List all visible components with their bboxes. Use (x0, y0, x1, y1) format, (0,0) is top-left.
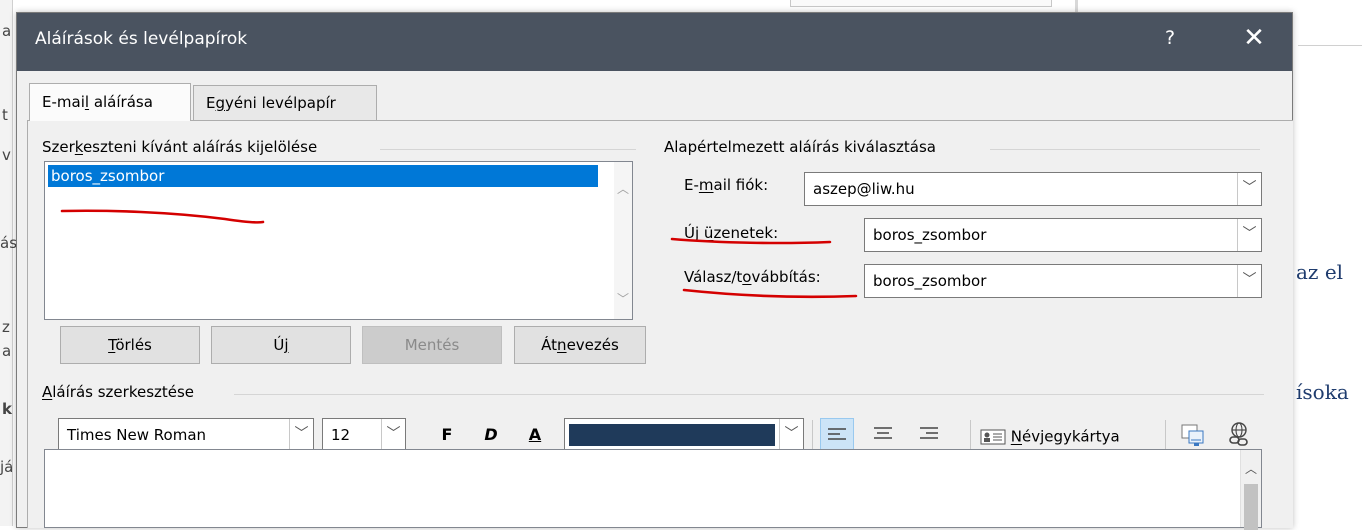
annotation-underline (670, 237, 832, 245)
annotation-underline (682, 288, 858, 299)
annotation-overlay (60, 209, 858, 299)
annotation-underline (60, 209, 265, 224)
tab-email-signature[interactable]: E-mail aláírása (29, 83, 191, 121)
